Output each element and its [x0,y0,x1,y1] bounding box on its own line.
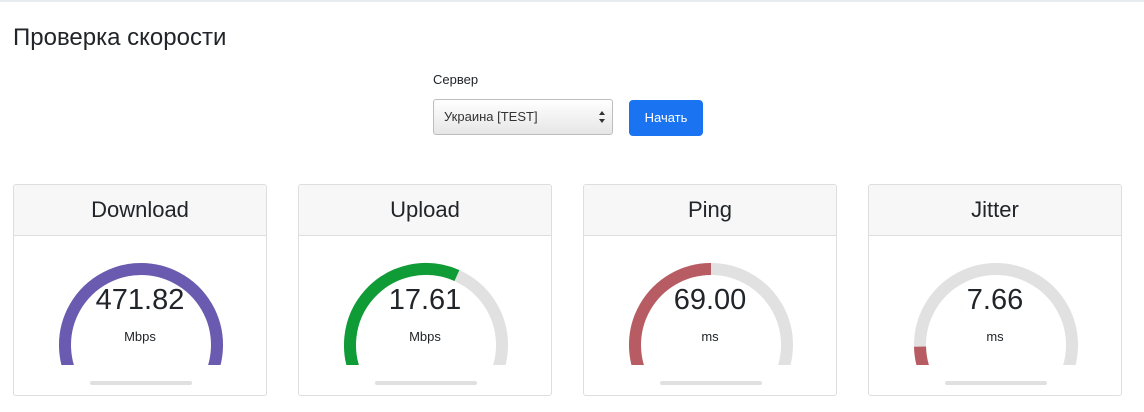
card-title: Ping [584,185,836,236]
card-title: Upload [299,185,551,236]
top-border [0,0,1144,2]
start-button[interactable]: Начать [629,100,703,136]
gauge-value: 7.66 [966,284,1024,316]
gauge-unit: Mbps [409,329,441,344]
progress-bar [375,381,477,385]
server-select-value: Украина [TEST] [444,109,538,124]
server-select[interactable]: Украина [TEST] [433,99,613,135]
upload-card: Upload 17.61 Mbps [298,184,552,396]
progress-bar [660,381,762,385]
gauge-unit: ms [701,329,719,344]
gauge-value: 69.00 [673,284,747,316]
progress-bar [90,381,192,385]
progress-bar [945,381,1047,385]
gauge-unit: ms [986,329,1004,344]
card-title: Jitter [869,185,1121,236]
gauge-unit: Mbps [124,329,156,344]
card-title: Download [14,185,266,236]
jitter-card: Jitter 7.66 ms [868,184,1122,396]
select-arrows-icon [599,111,605,123]
ping-card: Ping 69.00 ms [583,184,837,396]
gauge-fill [914,346,929,365]
server-label: Сервер [433,72,479,87]
gauge-value: 17.61 [388,284,462,316]
page-title: Проверка скорости [13,24,227,51]
download-card: Download 471.82 Mbps [13,184,267,396]
gauge-value: 471.82 [95,284,185,316]
